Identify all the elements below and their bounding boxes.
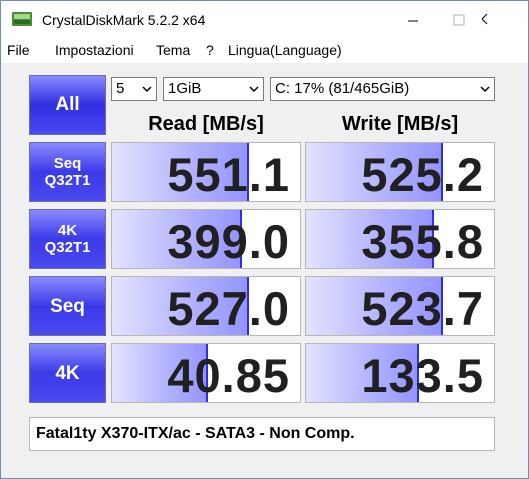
chevron-down-icon (142, 86, 152, 93)
chevron-down-icon (480, 86, 490, 93)
app-icon (12, 12, 32, 26)
4k-read-result: 40.85 (111, 343, 301, 403)
maximize-icon (453, 14, 465, 26)
result-value: 551.1 (167, 148, 290, 201)
row-label-line1: 4K (57, 222, 78, 239)
drive-select[interactable]: C: 17% (81/465GiB) (270, 77, 495, 101)
maximize-button[interactable] (436, 1, 482, 37)
menu-settings[interactable]: Impostazioni (55, 42, 134, 58)
chevron-down-icon (249, 86, 259, 93)
seq-q32t1-read-result: 551.1 (111, 142, 301, 202)
title-bar: CrystalDiskMark 5.2.2 x64 (1, 1, 528, 37)
row-label-line1: 4K (55, 362, 80, 384)
4k-q32t1-read-result: 399.0 (111, 209, 301, 269)
4k-write-result: 133.5 (305, 343, 495, 403)
all-button[interactable]: All (29, 75, 106, 135)
minimize-button[interactable] (390, 1, 436, 37)
close-icon (476, 13, 488, 25)
seq-write-result: 523.7 (305, 276, 495, 336)
comment-field[interactable]: Fatal1ty X370-ITX/ac - SATA3 - Non Comp. (29, 417, 495, 451)
result-value: 399.0 (167, 215, 290, 268)
seq-read-result: 527.0 (111, 276, 301, 336)
menu-language[interactable]: Lingua(Language) (228, 42, 342, 58)
test-size-select[interactable]: 1GiB (163, 77, 264, 101)
menu-help[interactable]: ? (206, 42, 214, 58)
seq-q32t1-button[interactable]: Seq Q32T1 (29, 142, 106, 202)
minimize-icon (408, 20, 418, 22)
result-value: 40.85 (167, 349, 290, 402)
seq-button[interactable]: Seq (29, 276, 106, 336)
4k-q32t1-button[interactable]: 4K Q32T1 (29, 209, 106, 269)
window-title: CrystalDiskMark 5.2.2 x64 (42, 12, 206, 28)
result-value: 523.7 (361, 282, 484, 335)
4k-button[interactable]: 4K (29, 343, 106, 403)
test-size-value: 1GiB (168, 80, 202, 97)
menu-bar: File Impostazioni Tema ? Lingua(Language… (1, 37, 528, 63)
menu-theme[interactable]: Tema (156, 42, 190, 58)
row-label-line1: Seq (50, 295, 85, 317)
result-value: 355.8 (361, 215, 484, 268)
row-label-line2: Q32T1 (44, 172, 91, 189)
result-value: 525.2 (361, 148, 484, 201)
4k-q32t1-write-result: 355.8 (305, 209, 495, 269)
row-label-line2: Q32T1 (44, 239, 91, 256)
test-count-value: 5 (116, 80, 125, 97)
seq-q32t1-write-result: 525.2 (305, 142, 495, 202)
result-value: 527.0 (167, 282, 290, 335)
drive-value: C: 17% (81/465GiB) (275, 80, 410, 97)
close-button[interactable] (476, 1, 528, 37)
result-value: 133.5 (361, 349, 484, 402)
row-label-line1: Seq (53, 155, 82, 172)
test-count-select[interactable]: 5 (111, 77, 157, 101)
write-header: Write [MB/s] (341, 113, 459, 135)
app-window: CrystalDiskMark 5.2.2 x64 File Impostazi… (0, 0, 529, 479)
read-header: Read [MB/s] (148, 113, 264, 135)
menu-file[interactable]: File (7, 42, 30, 58)
